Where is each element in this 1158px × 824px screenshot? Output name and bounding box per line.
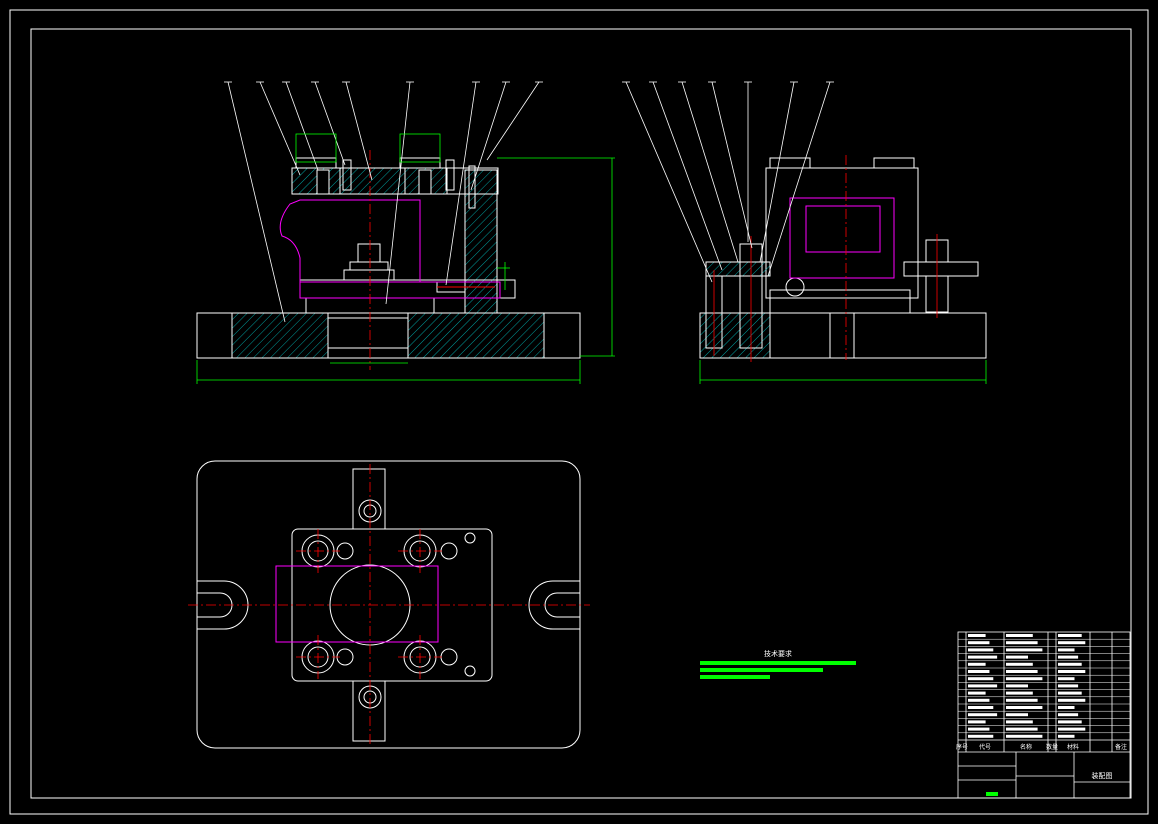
title-block-cell-text [1006,655,1028,659]
header-index: 序号 [956,743,968,751]
title-block-cell-text [1006,684,1028,688]
title-block-cell-text [1058,720,1082,724]
side-right-bracket [903,261,979,277]
top-plan-view [196,460,581,749]
title-block-cell-text [1058,734,1075,738]
title-block-cell-text [968,670,990,673]
title-block-cell-text [1006,648,1043,652]
clamp-nut [357,243,381,263]
side-view-dimension [699,360,987,384]
technical-notes: 技术要求 [700,649,856,679]
title-block-cell-text [1058,670,1086,673]
title-block-cell-text [1058,691,1082,695]
header-material: 材料 [1067,743,1079,751]
side-locating-pin [785,277,805,297]
top-plate-hatch-1 [291,167,341,195]
title-block-cell-text [1058,634,1082,637]
header-qty: 数量 [1046,743,1058,751]
title-block-cell-text [1058,706,1075,709]
title-block-green-mark [986,792,998,796]
side-workpiece-inner [805,205,881,253]
title-block-cell-text [968,634,986,637]
title-block-cell-text [1006,677,1043,681]
title-block-cell-text [1058,662,1082,666]
clamp-washer [349,261,389,271]
title-block-cell-text [1058,727,1086,731]
title-block-cell-text [1006,634,1033,637]
side-knurled-knob-right [873,157,915,169]
side-base-bore [829,312,855,359]
title-block-cell-text [1058,698,1086,702]
notes-title: 技术要求 [764,649,792,658]
front-section-view [196,157,581,359]
title-block-cell-text [1006,641,1038,645]
side-support-plate [769,289,911,314]
base-plate-hatch-left [231,312,329,359]
title-block-cell-text [968,720,986,724]
title-block-name: 装配图 [1092,771,1113,780]
title-block-cell-text [1006,670,1038,673]
title-block-header: 序号 代号 名称 数量 材料 备注 [956,743,1127,751]
title-block-cell-text [1006,720,1033,724]
title-block-cell-text [968,641,990,645]
title-block-cell-text [1058,713,1079,717]
plan-slot-left [197,580,249,630]
title-block-cell-text [968,691,986,695]
title-block-cell-text [968,698,990,702]
title-block-cell-text [968,648,994,652]
title-block-cell-text [1006,734,1043,738]
title-block-cell-text [1006,727,1038,731]
side-clamp-arm-hatch [705,261,771,277]
knurled-knob-left [295,157,337,169]
title-block-cell-text [1058,677,1075,681]
support-column [464,169,498,314]
title-block-cell-text [968,677,994,681]
side-base-hatch [699,312,771,359]
title-block-cell-text [1058,648,1075,652]
notes-line-3 [700,675,770,679]
title-block-cell-text [968,734,994,738]
title-block-cell-text [968,713,998,717]
pin-slot-right [418,169,432,195]
title-block-cell-text [1006,706,1043,709]
cad-drawing-canvas: 技术要求 序号 代号 名称 数量 材料 备注 装配图 [9,9,1149,815]
side-view [699,157,987,359]
title-block-cell-text [1006,713,1028,717]
base-plate-hatch-right [407,312,545,359]
title-block-cell-text [968,662,986,666]
notes-line-2 [700,668,823,672]
title-block-cell-text [1006,691,1033,695]
knurled-knob-right [399,157,441,169]
pin-slot-left [316,169,330,195]
title-block-cell-text [1006,698,1038,702]
title-block-cell-text [968,655,998,659]
base-center-bore [327,317,409,349]
title-block-cell-text [1058,641,1086,645]
title-block-cell-text [1006,662,1033,666]
title-block-cell-text [968,727,990,731]
spherical-washer [343,269,395,281]
header-remark: 备注 [1115,743,1127,751]
title-block-cell-text [968,684,998,688]
header-code: 代号 [979,743,991,751]
side-view-leaders [622,81,834,283]
title-block-rows [958,634,1130,738]
title-block-cell-text [1058,684,1079,688]
notes-line-1 [700,661,856,665]
header-name: 名称 [1020,743,1032,751]
title-block-cell-text [968,706,994,709]
title-block-cell-text [1058,655,1079,659]
